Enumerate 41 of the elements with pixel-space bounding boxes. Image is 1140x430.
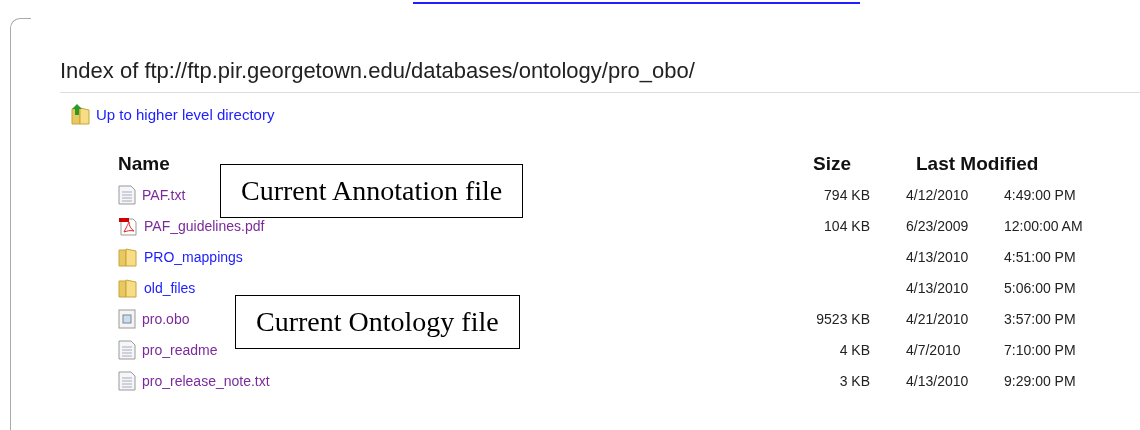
file-size: 9523 KB — [816, 310, 870, 327]
folder-icon — [118, 277, 138, 298]
parent-directory-link[interactable]: Up to higher level directory — [96, 105, 275, 123]
callout-label: Current Ontology file — [235, 295, 520, 349]
modified-time: 4:51:00 PM — [1004, 248, 1076, 265]
modified-date: 4/13/2010 — [906, 279, 969, 296]
modified-time: 9:29:00 PM — [1004, 372, 1076, 389]
column-header: Last Modified — [915, 152, 1040, 176]
text-file-icon — [118, 339, 136, 360]
pdf-file-icon — [118, 215, 138, 236]
column-header: Size — [812, 152, 853, 176]
folder-icon — [118, 246, 138, 267]
modified-time: 4:49:00 PM — [1004, 186, 1076, 203]
file-link[interactable]: pro.obo — [142, 310, 190, 327]
modified-date: 4/12/2010 — [906, 186, 969, 203]
file-size: 104 KB — [824, 217, 870, 234]
callout-label: Current Annotation file — [220, 164, 524, 218]
document-icon — [118, 308, 136, 329]
file-link[interactable]: PAF_guidelines.pdf — [144, 217, 265, 234]
file-link[interactable]: pro_release_note.txt — [142, 372, 270, 389]
page-title: Index of ftp://ftp.pir.georgetown.edu/databases/ontology/pro_obo/ — [60, 58, 1140, 93]
text-file-icon — [118, 370, 136, 391]
modified-date: 6/23/2009 — [906, 217, 969, 234]
file-link[interactable]: PAF.txt — [142, 186, 186, 203]
modified-time: 5:06:00 PM — [1004, 279, 1076, 296]
modified-time: 7:10:00 PM — [1004, 341, 1076, 358]
text-file-icon — [118, 184, 136, 205]
modified-date: 4/13/2010 — [906, 372, 969, 389]
file-link[interactable]: old_files — [144, 279, 196, 296]
file-link[interactable]: pro_readme — [142, 341, 218, 358]
file-link[interactable]: PRO_mappings — [144, 248, 243, 265]
folder-up-icon — [70, 103, 92, 125]
modified-time: 12:00:00 AM — [1004, 217, 1083, 234]
column-header: Name — [118, 152, 171, 176]
file-size: 4 KB — [839, 341, 870, 358]
modified-date: 4/7/2010 — [906, 341, 961, 358]
modified-date: 4/13/2010 — [906, 248, 969, 265]
modified-date: 4/21/2010 — [906, 310, 969, 327]
file-size: 3 KB — [839, 372, 870, 389]
file-size: 794 KB — [824, 186, 870, 203]
modified-time: 3:57:00 PM — [1004, 310, 1076, 327]
